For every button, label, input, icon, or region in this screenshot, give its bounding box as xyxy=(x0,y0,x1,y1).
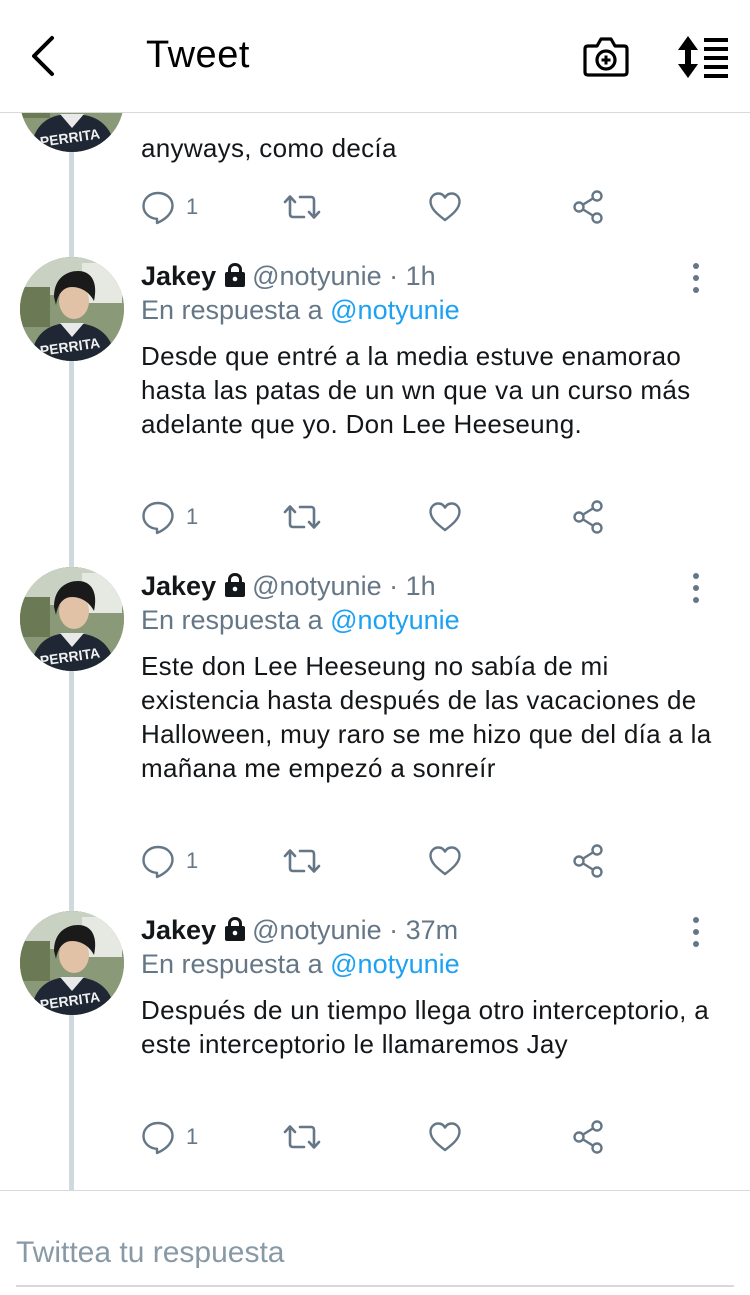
separator: · xyxy=(389,915,399,945)
reply-context: En respuesta a @notyunie xyxy=(141,605,460,636)
like-button[interactable] xyxy=(427,497,463,537)
more-vertical-icon xyxy=(683,915,709,949)
author-handle[interactable]: @notyunie xyxy=(252,915,382,945)
reply-prefix: En respuesta a xyxy=(141,949,323,979)
reply-composer xyxy=(0,1190,750,1295)
retweet-button[interactable] xyxy=(282,187,322,227)
reply-button[interactable]: 1 xyxy=(140,187,198,227)
reply-prefix: En respuesta a xyxy=(141,605,323,635)
avatar[interactable] xyxy=(20,567,124,671)
mention-link[interactable]: @notyunie xyxy=(330,605,460,635)
retweet-button[interactable] xyxy=(282,1117,322,1157)
reply-icon xyxy=(140,499,176,535)
reply-count: 1 xyxy=(186,848,199,873)
reply-icon xyxy=(140,1119,176,1155)
heart-icon xyxy=(427,1119,463,1155)
like-button[interactable] xyxy=(427,187,463,227)
reply-prefix: En respuesta a xyxy=(141,295,323,325)
reply-button[interactable]: 1 xyxy=(140,841,198,881)
tweet-header: Jakey @notyunie · 1h xyxy=(141,571,436,605)
reply-icon xyxy=(140,189,176,225)
camera-plus-icon xyxy=(583,37,629,77)
share-button[interactable] xyxy=(570,1117,606,1157)
reply-input[interactable] xyxy=(16,1221,734,1287)
share-button[interactable] xyxy=(570,187,606,227)
tweet-header: Jakey @notyunie · 1h xyxy=(141,261,436,295)
avatar-image xyxy=(20,911,124,1015)
tweet-actions: 1 xyxy=(0,187,750,227)
heart-icon xyxy=(427,189,463,225)
tweet-actions: 1 xyxy=(0,1117,750,1157)
retweet-icon xyxy=(282,843,322,879)
back-button[interactable] xyxy=(22,32,70,80)
like-button[interactable] xyxy=(427,841,463,881)
author-handle[interactable]: @notyunie xyxy=(252,571,382,601)
retweet-icon xyxy=(282,189,322,225)
tweet-actions: 1 xyxy=(0,841,750,881)
avatar-image xyxy=(20,567,124,671)
lock-icon xyxy=(222,916,248,942)
more-options-button[interactable] xyxy=(683,571,709,605)
separator: · xyxy=(389,571,399,601)
reply-count: 1 xyxy=(186,504,199,529)
tweet-actions: 1 xyxy=(0,497,750,537)
tweet-text: Después de un tiempo llega otro intercep… xyxy=(141,995,709,1059)
reply-count: 1 xyxy=(186,1124,199,1149)
tweet-text: Desde que entré a la media estuve enamor… xyxy=(141,341,691,439)
timestamp: 1h xyxy=(405,261,436,291)
retweet-button[interactable] xyxy=(282,497,322,537)
more-vertical-icon xyxy=(683,261,709,295)
reply-icon xyxy=(140,843,176,879)
tweet-text: Este don Lee Heeseung no sabía de mi exi… xyxy=(141,651,712,783)
retweet-icon xyxy=(282,499,322,535)
avatar[interactable] xyxy=(20,911,124,1015)
author-name[interactable]: Jakey xyxy=(141,915,216,945)
reply-context: En respuesta a @notyunie xyxy=(141,949,460,980)
timestamp: 37m xyxy=(405,915,459,945)
more-options-button[interactable] xyxy=(683,261,709,295)
sort-icon xyxy=(678,36,728,78)
mention-link[interactable]: @notyunie xyxy=(330,949,460,979)
mention-link[interactable]: @notyunie xyxy=(330,295,460,325)
author-name[interactable]: Jakey xyxy=(141,571,216,601)
timestamp: 1h xyxy=(405,571,436,601)
chevron-left-icon xyxy=(32,36,54,76)
share-icon xyxy=(570,843,606,879)
share-icon xyxy=(570,1119,606,1155)
lock-icon xyxy=(222,262,248,288)
reply-button[interactable]: 1 xyxy=(140,497,198,537)
more-vertical-icon xyxy=(683,571,709,605)
avatar[interactable] xyxy=(20,257,124,361)
retweet-icon xyxy=(282,1119,322,1155)
page-title: Tweet xyxy=(146,34,250,76)
more-options-button[interactable] xyxy=(683,915,709,949)
heart-icon xyxy=(427,499,463,535)
top-bar: Tweet xyxy=(0,0,750,113)
author-name[interactable]: Jakey xyxy=(141,261,216,291)
avatar-image xyxy=(20,257,124,361)
tweet-header: Jakey @notyunie · 37m xyxy=(141,915,458,949)
retweet-button[interactable] xyxy=(282,841,322,881)
reply-context: En respuesta a @notyunie xyxy=(141,295,460,326)
like-button[interactable] xyxy=(427,1117,463,1157)
author-handle[interactable]: @notyunie xyxy=(252,261,382,291)
share-icon xyxy=(570,499,606,535)
tweet-text: anyways, como decía xyxy=(141,133,397,163)
heart-icon xyxy=(427,843,463,879)
reply-button[interactable]: 1 xyxy=(140,1117,198,1157)
reply-count: 1 xyxy=(186,194,199,219)
share-button[interactable] xyxy=(570,497,606,537)
separator: · xyxy=(389,261,399,291)
share-icon xyxy=(570,189,606,225)
sort-button[interactable] xyxy=(676,34,730,80)
share-button[interactable] xyxy=(570,841,606,881)
lock-icon xyxy=(222,572,248,598)
camera-button[interactable] xyxy=(582,34,630,80)
